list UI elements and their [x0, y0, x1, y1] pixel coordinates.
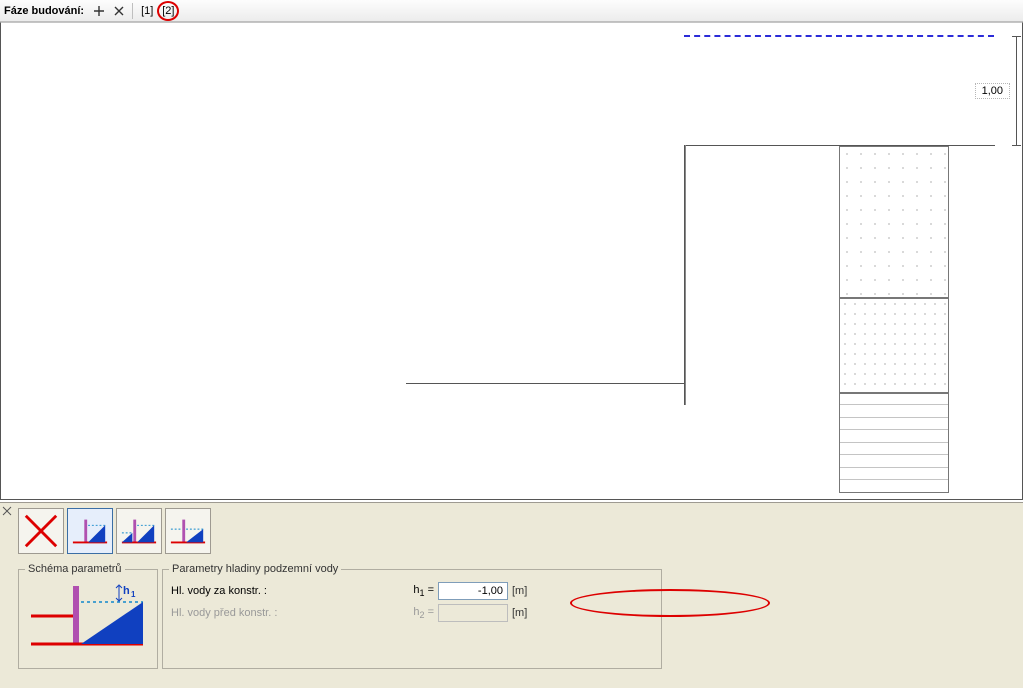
remove-phase-button[interactable]	[110, 2, 128, 20]
schema-diagram: h 1	[27, 580, 147, 658]
wall-line-shadow	[685, 145, 686, 405]
h1-symbol: h1 =	[400, 584, 434, 598]
water-mode-front[interactable]	[165, 508, 211, 554]
add-phase-button[interactable]	[90, 2, 108, 20]
dimension-line	[1016, 36, 1017, 146]
excavation-line	[406, 383, 685, 384]
h2-symbol: h2 =	[400, 606, 434, 620]
param-row-h1: Hl. vody za konstr. : h1 = [m]	[171, 580, 653, 602]
h1-input[interactable]	[438, 582, 508, 600]
water-mode-none[interactable]	[18, 508, 64, 554]
dimension-tick-bottom	[1012, 145, 1021, 146]
soil-layer-3	[839, 393, 949, 493]
soil-layer-2	[839, 298, 949, 393]
water-mode-behind[interactable]	[67, 508, 113, 554]
params-groupbox: Parametry hladiny podzemní vody Hl. vody…	[162, 569, 662, 669]
h2-input	[438, 604, 508, 622]
close-panel-button[interactable]	[2, 506, 14, 518]
h1-label: Hl. vody za konstr. :	[171, 585, 396, 597]
model-canvas[interactable]: 1,00	[0, 22, 1023, 500]
soil-layer-1	[839, 146, 949, 298]
water-mode-buttons	[18, 508, 211, 554]
water-mode-both[interactable]	[116, 508, 162, 554]
h1-unit: [m]	[512, 585, 536, 597]
phase-2-highlight: [2]	[157, 1, 179, 21]
param-row-h2: Hl. vody před konstr. : h2 = [m]	[171, 602, 653, 624]
dimension-label: 1,00	[975, 83, 1010, 99]
phase-toolbar: Fáze budování: [1] [2]	[0, 0, 1023, 22]
dimension-tick-top	[1012, 36, 1021, 37]
h2-label: Hl. vody před konstr. :	[171, 607, 396, 619]
phase-1-button[interactable]: [1]	[137, 2, 157, 20]
water-level-line	[684, 35, 994, 37]
parameters-panel: Schéma parametrů h 1 Parametry hladiny p…	[0, 502, 1023, 688]
params-title: Parametry hladiny podzemní vody	[169, 563, 341, 575]
svg-text:1: 1	[131, 590, 136, 599]
toolbar-divider	[132, 3, 133, 19]
phase-2-button[interactable]: [2]	[158, 2, 178, 20]
toolbar-title: Fáze budování:	[4, 5, 84, 17]
schema-title: Schéma parametrů	[25, 563, 125, 575]
svg-text:h: h	[123, 585, 130, 597]
schema-groupbox: Schéma parametrů h 1	[18, 569, 158, 669]
h2-unit: [m]	[512, 607, 536, 619]
